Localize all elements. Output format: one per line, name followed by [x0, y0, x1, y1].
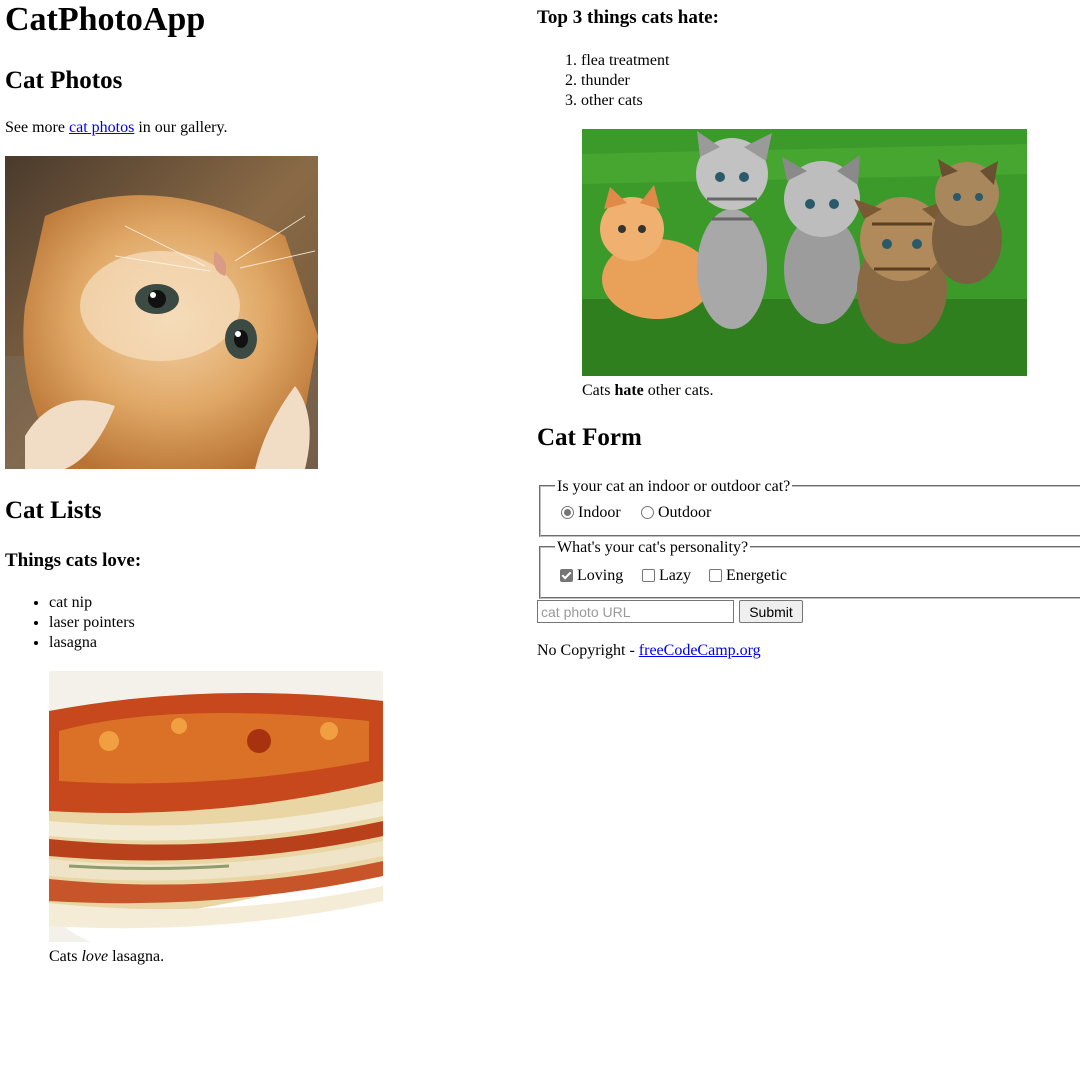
- list-item-label: thunder: [581, 72, 630, 89]
- lazy-label: Lazy: [659, 567, 691, 584]
- list-item: 3. other cats: [565, 91, 669, 111]
- gallery-paragraph: See more cat photos in our gallery.: [5, 118, 227, 138]
- personality-legend: What's your cat's personality?: [555, 539, 751, 557]
- freecodecamp-link[interactable]: freeCodeCamp.org: [639, 642, 761, 659]
- loving-label: Loving: [577, 567, 624, 584]
- cats-love-list: cat nip laser pointers lasagna: [49, 593, 135, 653]
- submit-button[interactable]: Submit: [739, 600, 803, 623]
- indoor-outdoor-legend: Is your cat an indoor or outdoor cat?: [555, 478, 793, 496]
- things-cats-love-heading: Things cats love:: [5, 550, 142, 571]
- list-number: 2.: [565, 72, 581, 89]
- caption-text: Cats: [582, 382, 615, 399]
- caption-text: Cats: [49, 948, 82, 965]
- energetic-checkbox[interactable]: [709, 569, 722, 582]
- cat-lists-heading: Cat Lists: [5, 497, 102, 524]
- things-cats-hate-heading: Top 3 things cats hate:: [537, 7, 719, 28]
- loving-option[interactable]: Loving: [560, 566, 623, 586]
- cat-photos-heading: Cat Photos: [5, 67, 123, 94]
- lasagna-icon: [49, 671, 383, 942]
- lasagna-caption: Cats love lasagna.: [49, 947, 164, 967]
- indoor-radio[interactable]: [561, 506, 574, 519]
- kittens-icon: [582, 129, 1027, 376]
- list-item: cat nip: [49, 593, 135, 613]
- outdoor-option[interactable]: Outdoor: [641, 503, 711, 523]
- list-item: laser pointers: [49, 613, 135, 633]
- relaxing-cat-icon: [5, 156, 318, 469]
- energetic-label: Energetic: [726, 567, 788, 584]
- indoor-option[interactable]: Indoor: [561, 503, 621, 523]
- list-item: 1. flea treatment: [565, 51, 669, 71]
- lazy-option[interactable]: Lazy: [642, 566, 691, 586]
- loving-checkbox[interactable]: [560, 569, 573, 582]
- outdoor-label: Outdoor: [658, 504, 712, 521]
- gallery-text-before: See more: [5, 119, 69, 136]
- lazy-checkbox[interactable]: [642, 569, 655, 582]
- list-item-label: other cats: [581, 92, 643, 109]
- indoor-label: Indoor: [578, 504, 621, 521]
- lasagna-image: [49, 671, 383, 942]
- caption-text: other cats.: [643, 382, 714, 399]
- personality-fieldset: What's your cat's personality? Loving La…: [539, 539, 1080, 599]
- caption-text: lasagna.: [108, 948, 165, 965]
- cats-hate-list: 1. flea treatment 2. thunder 3. other ca…: [565, 51, 669, 111]
- cat-photo-url-input[interactable]: [537, 600, 734, 623]
- app-title: CatPhotoApp: [5, 1, 206, 38]
- outdoor-radio[interactable]: [641, 506, 654, 519]
- footer-text: No Copyright -: [537, 642, 639, 659]
- cat-photos-link[interactable]: cat photos: [69, 119, 134, 136]
- cat-form-heading: Cat Form: [537, 424, 642, 451]
- energetic-option[interactable]: Energetic: [709, 566, 787, 586]
- kittens-caption: Cats hate other cats.: [582, 381, 714, 401]
- list-item: 2. thunder: [565, 71, 669, 91]
- footer: No Copyright - freeCodeCamp.org: [537, 641, 761, 661]
- caption-emphasis: love: [81, 948, 109, 965]
- indoor-outdoor-fieldset: Is your cat an indoor or outdoor cat? In…: [539, 478, 1080, 537]
- list-item-label: flea treatment: [581, 52, 670, 69]
- list-item: lasagna: [49, 633, 135, 653]
- gallery-text-after: in our gallery.: [134, 119, 228, 136]
- list-number: 1.: [565, 52, 581, 69]
- caption-strong: hate: [614, 382, 644, 399]
- kittens-image: [582, 129, 1027, 376]
- list-number: 3.: [565, 92, 581, 109]
- relaxing-cat-image[interactable]: [5, 156, 318, 469]
